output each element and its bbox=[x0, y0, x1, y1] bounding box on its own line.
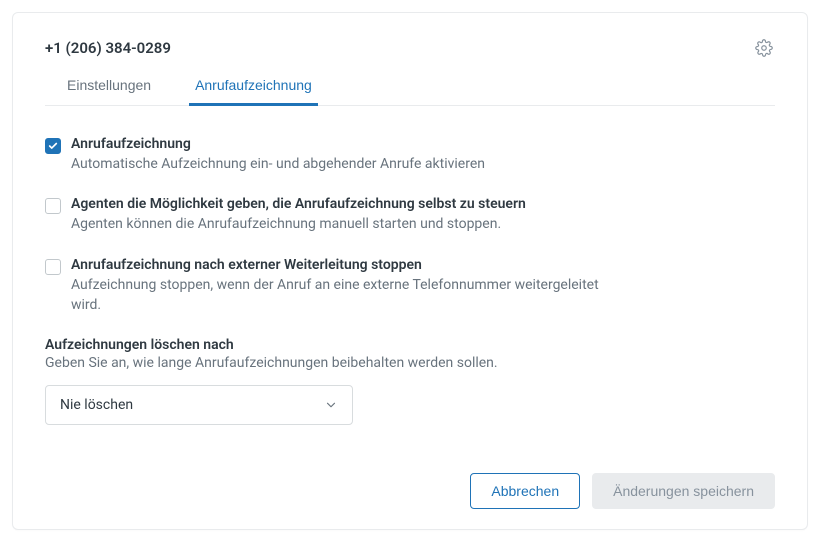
option-desc: Aufzeichnung stoppen, wenn der Anruf an … bbox=[71, 275, 611, 316]
retention-desc: Geben Sie an, wie lange Anrufaufzeichnun… bbox=[45, 355, 775, 371]
option-stop-after-transfer: Anrufaufzeichnung nach externer Weiterle… bbox=[45, 257, 775, 316]
chevron-down-icon bbox=[324, 398, 338, 412]
footer-actions: Abbrechen Änderungen speichern bbox=[45, 473, 775, 509]
option-title: Agenten die Möglichkeit geben, die Anruf… bbox=[71, 196, 775, 212]
settings-card: +1 (206) 384-0289 Einstellungen Anrufauf… bbox=[12, 12, 808, 530]
tabs: Einstellungen Anrufaufzeichnung bbox=[45, 67, 775, 106]
card-header: +1 (206) 384-0289 bbox=[45, 37, 775, 59]
tab-settings[interactable]: Einstellungen bbox=[67, 67, 151, 105]
option-desc: Automatische Aufzeichnung ein- und abgeh… bbox=[71, 154, 611, 174]
checkbox-call-recording[interactable] bbox=[45, 138, 61, 154]
option-desc: Agenten können die Anrufaufzeichnung man… bbox=[71, 214, 611, 234]
save-button[interactable]: Änderungen speichern bbox=[592, 473, 775, 509]
phone-number: +1 (206) 384-0289 bbox=[45, 39, 171, 57]
gear-icon bbox=[755, 39, 773, 57]
check-icon bbox=[48, 141, 58, 151]
retention-title: Aufzeichnungen löschen nach bbox=[45, 337, 775, 353]
tab-call-recording[interactable]: Anrufaufzeichnung bbox=[195, 67, 312, 105]
option-call-recording: Anrufaufzeichnung Automatische Aufzeichn… bbox=[45, 136, 775, 174]
checkbox-agent-control[interactable] bbox=[45, 198, 61, 214]
checkbox-stop-after-transfer[interactable] bbox=[45, 259, 61, 275]
option-title: Anrufaufzeichnung nach externer Weiterle… bbox=[71, 257, 775, 273]
settings-gear-button[interactable] bbox=[753, 37, 775, 59]
retention-select[interactable]: Nie löschen bbox=[45, 385, 353, 425]
retention-selected-value: Nie löschen bbox=[60, 397, 133, 413]
cancel-button[interactable]: Abbrechen bbox=[470, 473, 580, 509]
option-title: Anrufaufzeichnung bbox=[71, 136, 775, 152]
option-agent-control: Agenten die Möglichkeit geben, die Anruf… bbox=[45, 196, 775, 234]
